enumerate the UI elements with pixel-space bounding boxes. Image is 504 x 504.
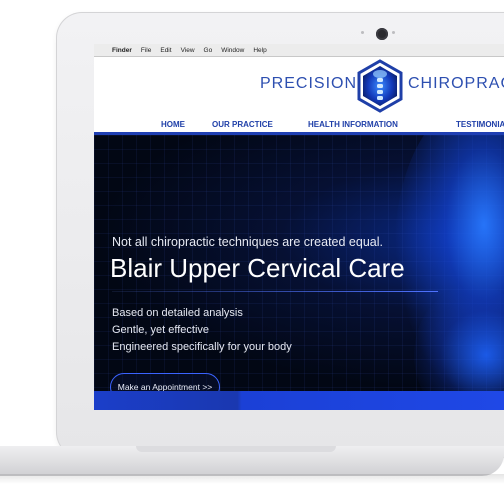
hero-point: Based on detailed analysis <box>112 307 243 319</box>
nav-testimonials[interactable]: TESTIMONIALS <box>456 120 504 129</box>
hero-tagline: Not all chiropractic techniques are crea… <box>112 235 383 249</box>
spine-logo-icon[interactable] <box>356 59 404 113</box>
sensor-dot <box>361 31 364 34</box>
logo-text-chiropractic[interactable]: CHIROPRACTIC <box>408 75 504 93</box>
hero-point: Gentle, yet effective <box>112 324 210 336</box>
menu-view[interactable]: View <box>181 47 195 54</box>
menu-finder[interactable]: Finder <box>112 47 132 54</box>
nav-health-information[interactable]: HEALTH INFORMATION <box>308 120 398 129</box>
make-appointment-button[interactable]: Make an Appointment >> <box>110 373 220 391</box>
hero-divider <box>112 291 438 292</box>
menu-edit[interactable]: Edit <box>160 47 171 54</box>
hero-point: Engineered specifically for your body <box>112 341 292 353</box>
menu-help[interactable]: Help <box>253 47 266 54</box>
hero-banner: Not all chiropractic techniques are crea… <box>94 135 504 391</box>
menu-window[interactable]: Window <box>221 47 244 54</box>
hero-points: Based on detailed analysis Gentle, yet e… <box>112 305 292 356</box>
laptop-hinge-notch <box>136 446 336 452</box>
laptop-shadow <box>0 474 504 484</box>
laptop-screen: Finder File Edit View Go Window Help PRE… <box>94 44 504 410</box>
hero-title: Blair Upper Cervical Care <box>110 253 405 283</box>
main-nav: HOME OUR PRACTICE HEALTH INFORMATION TES… <box>94 117 504 133</box>
bottom-color-bar <box>94 391 504 410</box>
nav-our-practice[interactable]: OUR PRACTICE <box>212 120 273 129</box>
webcam-icon <box>376 28 388 40</box>
logo-text-precision[interactable]: PRECISION <box>260 75 357 93</box>
site-header: PRECISION CHIROPRACTIC HOME OUR PRACTICE… <box>94 57 504 129</box>
nav-home[interactable]: HOME <box>161 120 185 129</box>
menu-go[interactable]: Go <box>204 47 213 54</box>
mac-menubar: Finder File Edit View Go Window Help <box>94 44 504 57</box>
menu-file[interactable]: File <box>141 47 151 54</box>
sensor-dot <box>392 31 395 34</box>
